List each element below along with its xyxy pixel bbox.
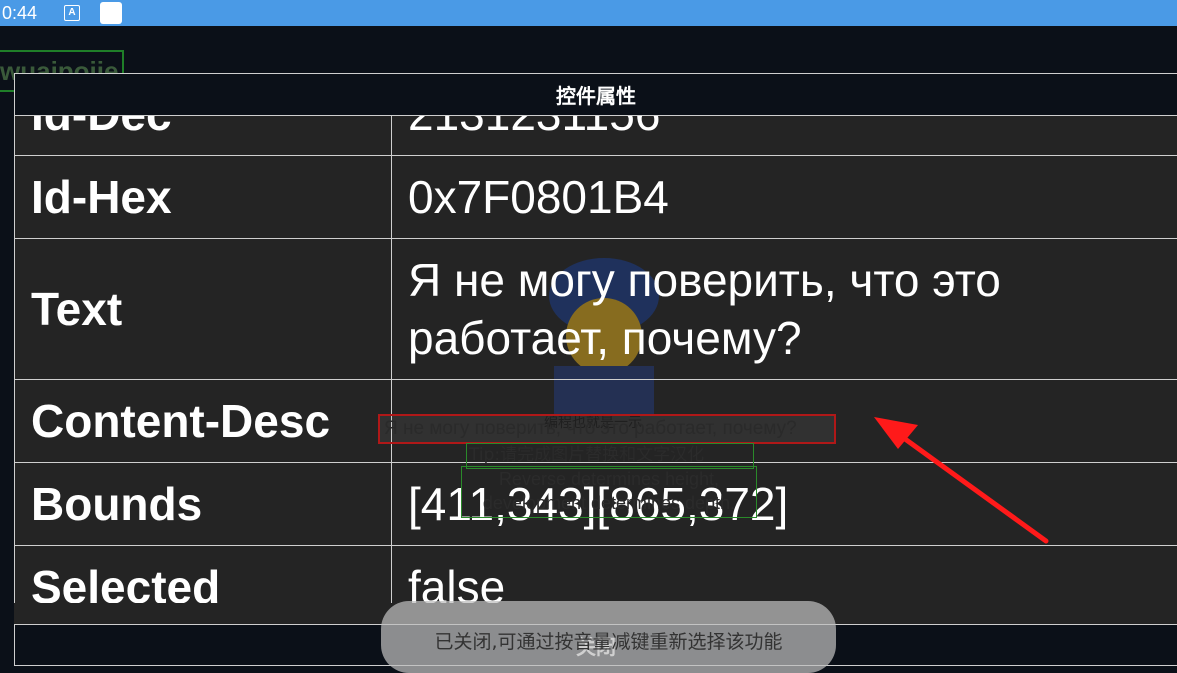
prop-key-id-hex: Id-Hex bbox=[14, 156, 392, 238]
toast-notification: 已关闭,可通过按音量减键重新选择该功能 bbox=[381, 601, 836, 673]
prop-value-id-dec[interactable]: 2131231156 bbox=[392, 116, 1177, 155]
prop-key-selected: Selected bbox=[14, 546, 392, 603]
prop-value-id-hex[interactable]: 0x7F0801B4 bbox=[392, 156, 1177, 238]
prop-key-id-dec: Id-Dec bbox=[14, 116, 392, 155]
prop-key-content-desc: Content-Desc bbox=[14, 380, 392, 462]
red-arrow-annotation bbox=[874, 417, 1049, 544]
status-a-icon: A bbox=[64, 5, 80, 21]
status-time: 0:44 bbox=[2, 2, 38, 23]
dialog-header: 控件属性 bbox=[14, 73, 1177, 116]
table-row: Id-Hex 0x7F0801B4 bbox=[14, 155, 1177, 238]
table-row: Selected false bbox=[14, 545, 1177, 603]
toast-message: 已关闭,可通过按音量减键重新选择该功能 bbox=[434, 631, 783, 653]
status-blank-icon bbox=[100, 2, 122, 24]
prop-key-text: Text bbox=[14, 239, 392, 379]
prop-value-text[interactable]: Я не могу поверить, что это работает, по… bbox=[392, 239, 1177, 379]
status-bar: 0:44 A bbox=[0, 0, 1177, 26]
prop-value-selected[interactable]: false bbox=[392, 546, 1177, 604]
dialog-title: 控件属性 bbox=[556, 84, 636, 108]
widget-properties-dialog: 控件属性 Id-Dec 2131231156 Id-Hex 0x7F0801B4… bbox=[14, 73, 1177, 666]
table-row: Text Я не могу поверить, что это работае… bbox=[14, 238, 1177, 379]
table-row: Id-Dec 2131231156 bbox=[14, 116, 1177, 155]
prop-key-bounds: Bounds bbox=[14, 463, 392, 545]
